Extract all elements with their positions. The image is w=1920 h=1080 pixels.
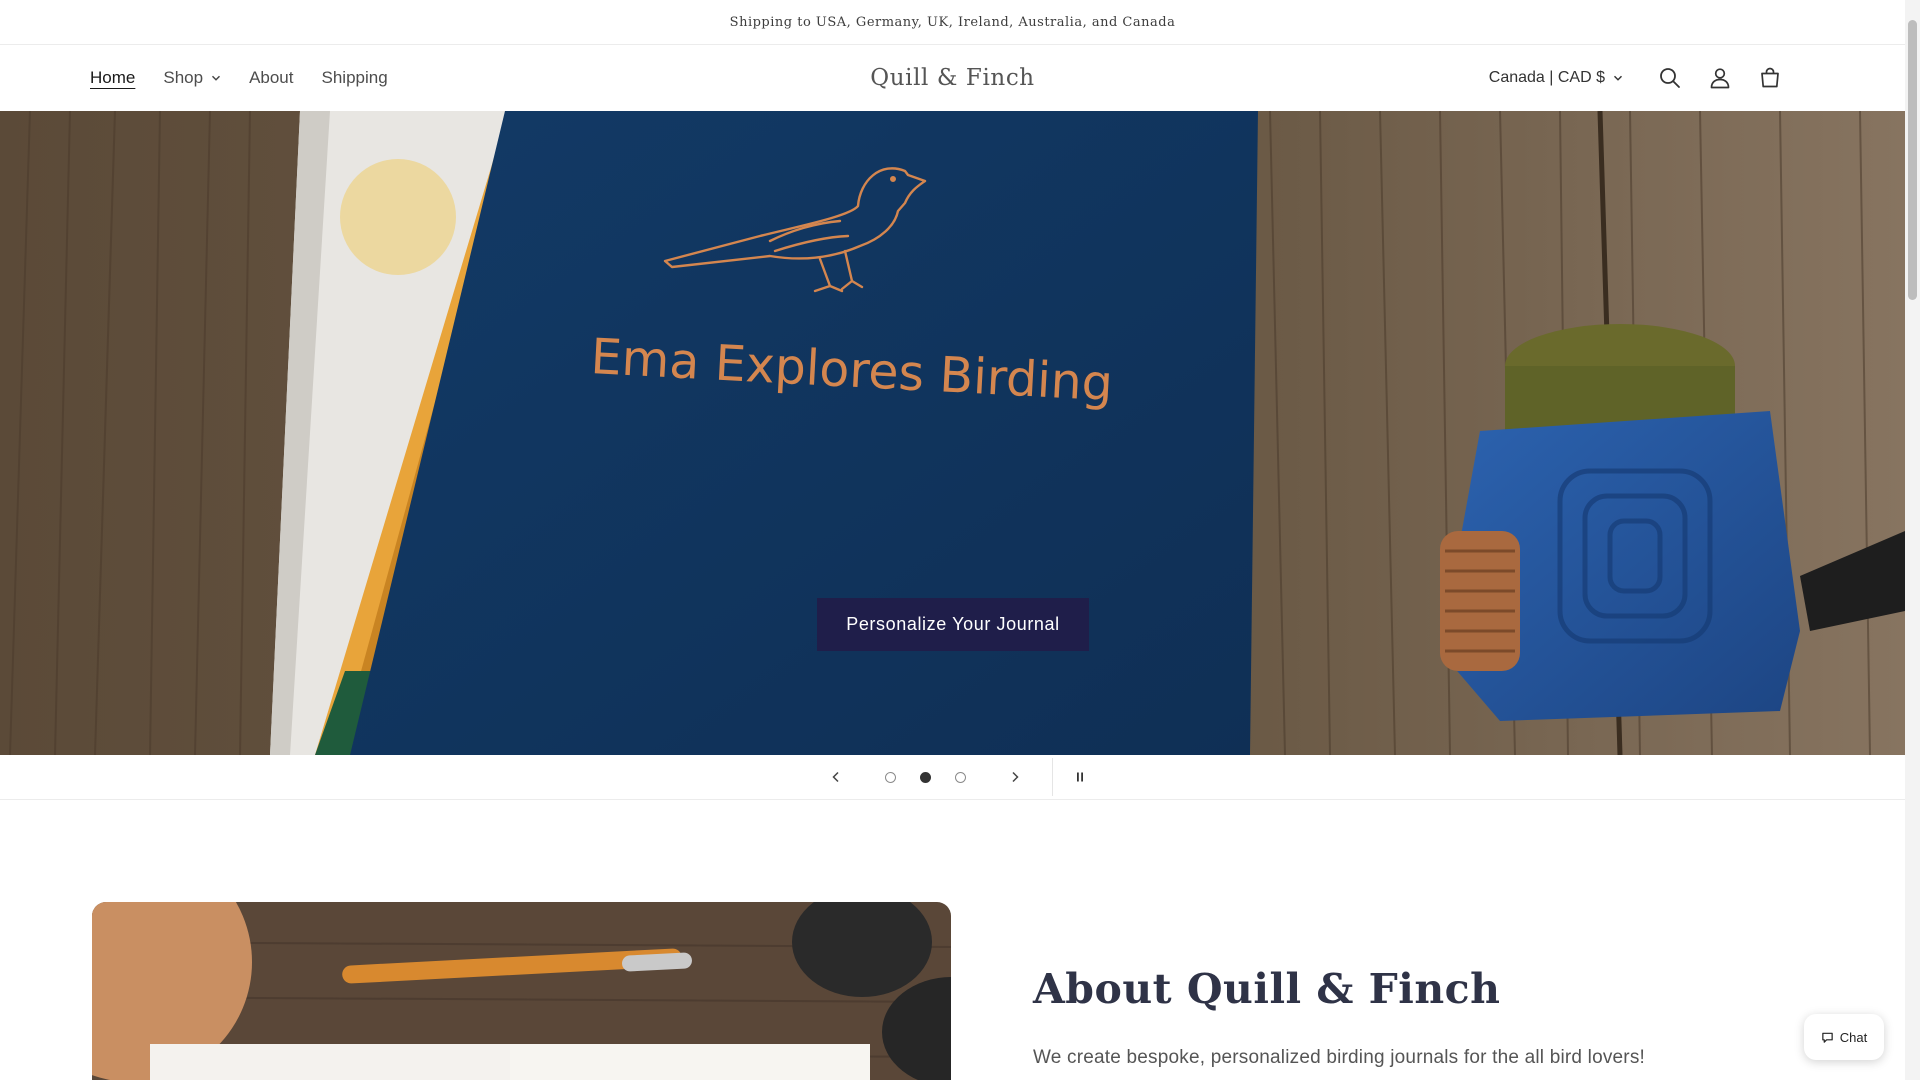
chat-label: Chat (1839, 1029, 1868, 1045)
about-body: We create bespoke, personalized birding … (1033, 1047, 1646, 1068)
slide-dot-2[interactable] (919, 771, 931, 783)
nav-shop-label: Shop (163, 68, 204, 87)
search-icon (1660, 68, 1680, 88)
header-utilities: Canada | CAD $ (1489, 45, 1795, 111)
hero-slideshow: Ema Explores Birding Personalize Your Jo… (0, 111, 1905, 755)
slideshow-controls-inner (819, 758, 1097, 796)
nav-shop[interactable]: Shop (149, 68, 235, 88)
nav-about[interactable]: About (235, 68, 307, 88)
chevron-down-icon (1613, 75, 1623, 81)
nav-home-label: Home (90, 68, 136, 87)
nav-home[interactable]: Home (90, 68, 149, 88)
about-image (92, 902, 951, 1080)
about-title: About Quill & Finch (1033, 965, 1501, 1013)
main-nav: Home Shop About Shipping (90, 45, 402, 111)
currency-label: Canada | CAD $ (1488, 69, 1605, 86)
previous-slide-button[interactable] (819, 760, 853, 794)
slide-dot-1[interactable] (884, 771, 896, 783)
account-icon (1710, 68, 1730, 89)
chevron-left-icon (831, 771, 839, 783)
chevron-right-icon (1011, 771, 1019, 783)
personalize-journal-button[interactable]: Personalize Your Journal (817, 598, 1089, 651)
slide-dot-3[interactable] (954, 771, 966, 783)
cart-button[interactable] (1745, 53, 1795, 103)
announcement-text: Shipping to USA, Germany, UK, Ireland, A… (729, 14, 1176, 30)
nav-about-label: About (249, 68, 294, 87)
chevron-down-icon (212, 75, 221, 81)
next-slide-button[interactable] (998, 760, 1032, 794)
nav-shipping-label: Shipping (321, 68, 388, 87)
nav-shipping[interactable]: Shipping (308, 68, 402, 88)
pause-icon (1076, 772, 1083, 782)
hero-image: Ema Explores Birding (0, 111, 1905, 755)
pause-slideshow-button[interactable] (1063, 760, 1097, 794)
site-header: Home Shop About Shipping Quill & Finch C… (0, 45, 1905, 111)
chat-button[interactable]: Chat (1804, 1014, 1884, 1060)
account-button[interactable] (1695, 53, 1745, 103)
controls-divider (1051, 758, 1053, 796)
slideshow-controls (0, 755, 1905, 800)
search-button[interactable] (1645, 53, 1695, 103)
store-logo[interactable]: Quill & Finch (870, 65, 1034, 91)
announcement-bar: Shipping to USA, Germany, UK, Ireland, A… (0, 0, 1905, 45)
chat-bubble-icon (1822, 1032, 1833, 1043)
about-image-art (92, 902, 951, 1080)
currency-selector[interactable]: Canada | CAD $ (1489, 69, 1623, 87)
page-scrollbar[interactable] (1905, 0, 1920, 1080)
cart-icon (1761, 67, 1779, 88)
about-text-block: About Quill & Finch We create bespoke, p… (1033, 965, 1645, 1069)
scrollbar-thumb[interactable] (1908, 20, 1917, 300)
